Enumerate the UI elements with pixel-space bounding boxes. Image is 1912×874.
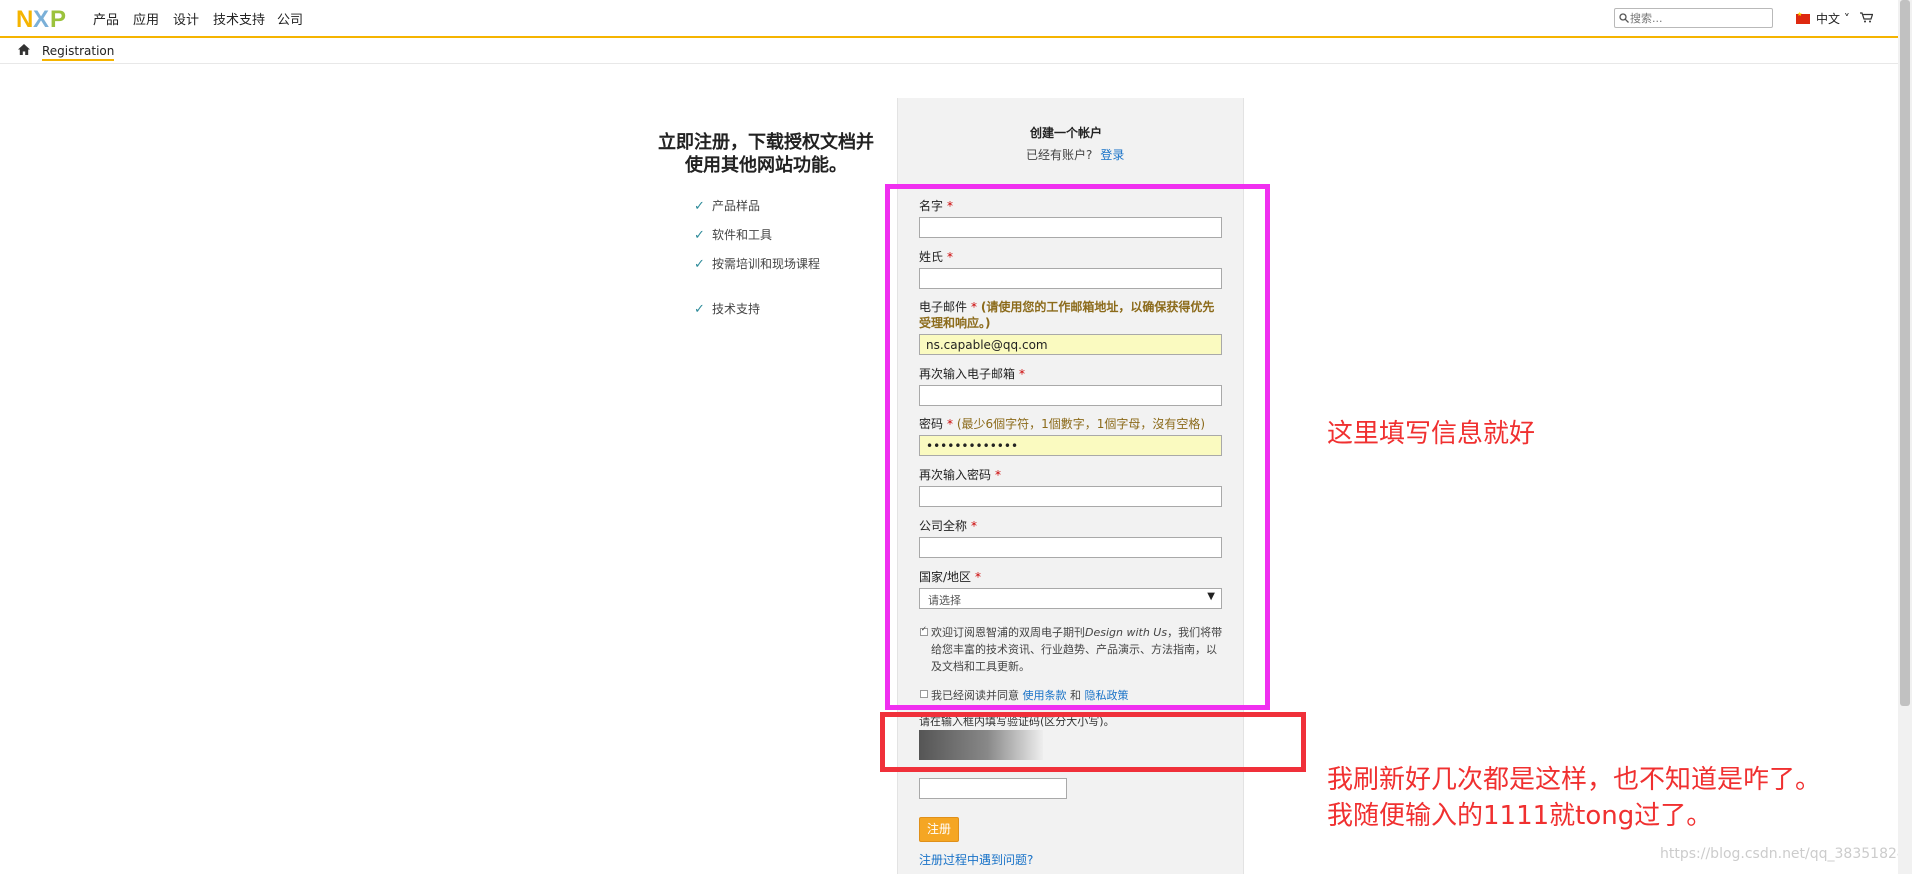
chevron-down-icon: ˅ xyxy=(1843,12,1850,26)
nav-support[interactable]: 技术支持 xyxy=(213,9,265,28)
register-button[interactable]: 注册 xyxy=(919,817,959,842)
breadcrumb-registration[interactable]: Registration xyxy=(42,44,115,61)
annotation-note-captcha: 我刷新好几次都是这样，也不知道是咋了。 我随便输入的1111就tong过了。 xyxy=(1327,765,1822,831)
nav-products[interactable]: 产品 xyxy=(93,9,119,28)
watermark: https://blog.csdn.net/qq_38351824 xyxy=(1660,846,1906,862)
search-box[interactable] xyxy=(1614,8,1773,28)
check-icon: ✓ xyxy=(694,302,705,317)
check-icon: ✓ xyxy=(694,257,705,272)
svg-text:X: X xyxy=(33,6,49,31)
cart-icon[interactable] xyxy=(1860,12,1873,23)
check-icon: ✓ xyxy=(694,199,705,214)
scrollbar[interactable] xyxy=(1898,0,1912,874)
svg-text:P: P xyxy=(50,6,66,31)
breadcrumb: Registration xyxy=(0,40,1900,64)
captcha-input[interactable] xyxy=(919,778,1067,799)
annotation-box-form xyxy=(885,184,1270,710)
nav-design[interactable]: 设计 xyxy=(173,9,199,28)
help-link[interactable]: 注册过程中遇到问题? xyxy=(919,851,1033,868)
benefit-item: ✓ 产品样品 xyxy=(694,199,761,214)
check-icon: ✓ xyxy=(694,228,705,243)
annotation-note-fill-info: 这里填写信息就好 xyxy=(1327,419,1536,449)
form-title: 创建一个帐户 xyxy=(1030,126,1103,140)
top-navbar: N X P 产品 应用 设计 技术支持 公司 中文 ˅ xyxy=(0,0,1900,38)
have-account-text: 已经有账户? 登录 xyxy=(1026,148,1125,162)
annotation-box-captcha xyxy=(880,712,1306,772)
nav-company[interactable]: 公司 xyxy=(277,9,303,28)
benefit-item: ✓ 技术支持 xyxy=(694,302,761,317)
nxp-logo[interactable]: N X P xyxy=(16,5,76,31)
benefit-item: ✓ 软件和工具 xyxy=(694,228,773,243)
home-icon[interactable] xyxy=(18,44,30,55)
scrollbar-thumb[interactable] xyxy=(1900,0,1910,706)
china-flag-icon xyxy=(1796,11,1810,24)
search-input[interactable] xyxy=(1630,10,1770,26)
svg-text:N: N xyxy=(16,6,33,31)
search-icon xyxy=(1619,13,1629,23)
promo-title: 立即注册，下载授权文档并使用其他网站功能。 xyxy=(658,132,874,176)
nav-applications[interactable]: 应用 xyxy=(133,9,159,28)
benefit-item: ✓ 按需培训和现场课程 xyxy=(694,257,821,272)
login-link[interactable]: 登录 xyxy=(1100,148,1124,162)
language-selector[interactable]: 中文 ˅ xyxy=(1816,10,1850,27)
